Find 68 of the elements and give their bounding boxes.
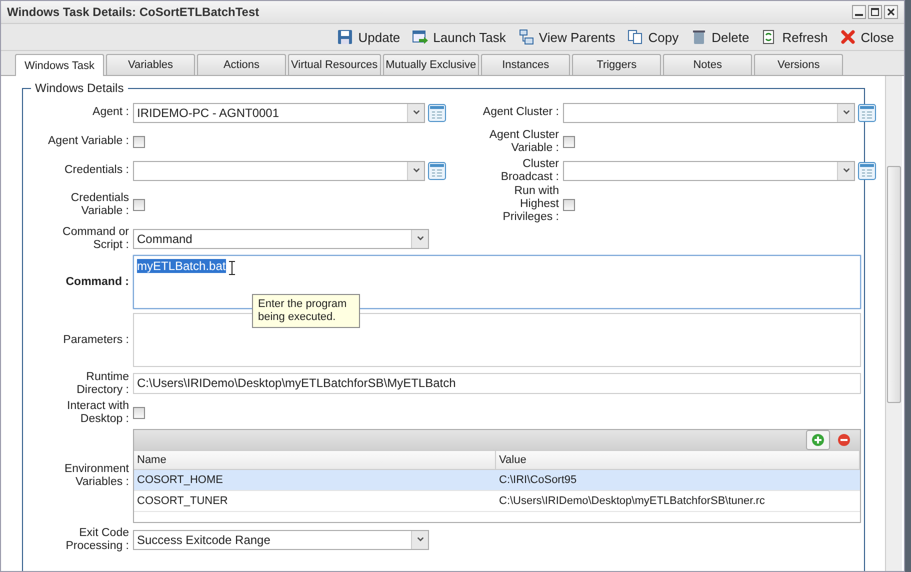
text-cursor-icon [229, 261, 235, 275]
field-label: Agent Cluster Variable : [488, 128, 559, 156]
close-icon [840, 29, 856, 45]
list-picker-icon[interactable] [858, 162, 876, 180]
dropdown-field[interactable]: IRIDEMO-PC - AGNT0001 [133, 102, 425, 122]
dropdown-field[interactable] [563, 102, 855, 122]
hierarchy-icon [518, 29, 534, 45]
dropdown-field[interactable]: Command [133, 228, 429, 248]
checkbox[interactable] [133, 198, 145, 210]
toolbar-button[interactable]: Copy [621, 25, 685, 49]
checkbox[interactable] [133, 406, 145, 418]
checkbox[interactable] [133, 136, 145, 148]
vertical-scrollbar[interactable] [885, 76, 902, 571]
table-cell-text: COSORT_HOME [136, 473, 224, 488]
list-picker-icon[interactable] [858, 104, 876, 122]
field-label: Credentials : [63, 163, 129, 178]
copy-icon [627, 29, 644, 45]
tab[interactable]: Notes [663, 54, 752, 75]
tab[interactable]: Instances [481, 54, 570, 75]
table-cell-text: C:\IRI\CoSort95 [498, 473, 578, 488]
dropdown-field[interactable] [133, 160, 425, 180]
dropdown-field[interactable] [563, 160, 855, 180]
table-cell-text: C:\Users\IRIDemo\Desktop\myETLBatchforSB\tuner.rc [498, 494, 766, 509]
toolbar-button[interactable]: Refresh [755, 25, 834, 49]
toolbar-button[interactable]: Update [331, 25, 406, 49]
toolbar-button[interactable]: Launch Task [406, 25, 512, 49]
tab[interactable]: Actions [197, 54, 286, 75]
field-label: Command or Script : [62, 224, 129, 252]
minimize-icon[interactable] [852, 5, 866, 19]
field-label: Environment Variables : [63, 462, 129, 490]
maximize-icon[interactable] [868, 5, 882, 19]
window-title: Windows Task Details: CoSortETLBatchTest [7, 5, 260, 19]
table-row[interactable]: COSORT_HOME C:\IRI\CoSort95 [134, 470, 860, 491]
field-label: Runtime Directory : [76, 370, 129, 398]
toolbar-button[interactable]: Close [834, 25, 900, 49]
field-label: Interact with Desktop : [66, 398, 129, 426]
checkbox[interactable] [563, 136, 575, 148]
field-label: Agent Variable : [47, 134, 129, 149]
toolbar-button[interactable]: Delete [684, 25, 756, 49]
tab[interactable]: Variables [106, 54, 195, 75]
dropdown-field[interactable]: Success Exitcode Range [133, 530, 429, 550]
field-label: Credentials Variable : [70, 190, 129, 218]
list-picker-icon[interactable] [428, 162, 446, 180]
tab[interactable]: Triggers [572, 54, 662, 75]
table-cell-text: COSORT_TUNER [136, 494, 229, 509]
tooltip: Enter the program being executed. [252, 294, 360, 328]
tab[interactable]: Versions [754, 54, 844, 75]
trash-can-icon [690, 29, 707, 45]
field-label: Agent Cluster : [482, 105, 559, 120]
text-field[interactable]: C:\Users\IRIDemo\Desktop\myETLBatchforSB\MyETLBatch [133, 373, 861, 394]
field-label: Cluster Broadcast : [500, 156, 559, 184]
field-label: Parameters : [62, 332, 129, 348]
column-header[interactable]: Value [496, 451, 860, 469]
tab[interactable]: Windows Task [15, 54, 104, 76]
checkbox[interactable] [563, 198, 575, 210]
toolbar-button[interactable]: View Parents [512, 25, 622, 49]
column-header[interactable]: Name [134, 451, 496, 469]
field-label: Agent : [92, 105, 129, 120]
tab[interactable]: Virtual Resources [288, 54, 381, 75]
list-picker-icon[interactable] [428, 104, 446, 122]
tab[interactable]: Mutually Exclusive [382, 54, 480, 75]
field-label: Run with Highest Privileges : [502, 185, 559, 224]
add-icon[interactable] [806, 430, 830, 450]
close-icon[interactable] [884, 5, 898, 19]
field-label: Command : [64, 274, 129, 290]
section-title: Windows Details [31, 81, 128, 95]
text-area-value: myETLBatch.bat [137, 259, 226, 273]
field-label: Exit Code Processing : [64, 526, 129, 554]
